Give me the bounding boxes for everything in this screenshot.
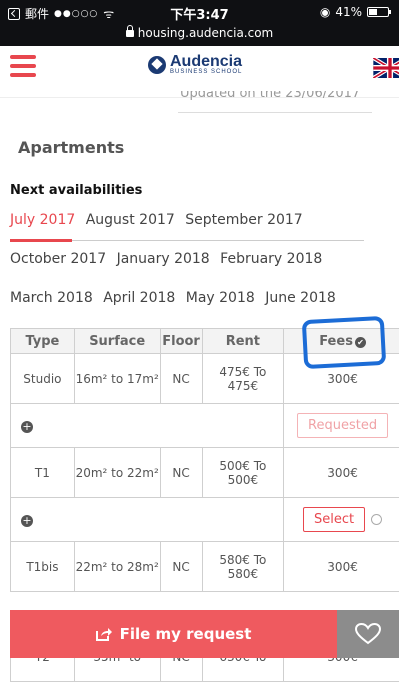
month-tabs-row-3: March 2018 April 2018 May 2018 June 2018 (10, 290, 342, 306)
cell-surface: 16m² to 17m² (73, 353, 161, 404)
status-right: ◉ 41% (319, 5, 391, 19)
updated-date-text: Updated on the 23/06/2017 (180, 91, 361, 101)
logo-name: Audencia (170, 53, 243, 70)
cell-rent: 500€ To 500€ (201, 447, 285, 498)
tab-september-2017[interactable]: September 2017 (185, 212, 302, 228)
table-row: Studio 16m² to 17m² NC 475€ To 475€ 300€ (10, 353, 399, 404)
header-fees: Fees ✔ (283, 328, 399, 354)
status-bar: 郵件 ●●○○○ ᯤ 下午3:47 ◉ 41% housing.audencia… (0, 0, 399, 46)
expand-plus-icon[interactable]: + (21, 420, 33, 433)
fees-info-icon[interactable]: ✔ (354, 336, 366, 348)
cell-type: Studio (10, 353, 75, 404)
heart-icon (355, 623, 381, 645)
cell-fees: 300€ (283, 447, 399, 498)
next-availabilities-title: Next availabilities (10, 183, 143, 198)
table-row: T1 20m² to 22m² NC 500€ To 500€ 300€ (10, 447, 399, 498)
table-row: T1bis 22m² to 28m² NC 580€ To 580€ 300€ (10, 541, 399, 592)
action-cell: Select (283, 497, 399, 542)
cell-rent: 475€ To 475€ (201, 353, 285, 404)
table-action-row: + Select (9, 497, 399, 542)
tab-may-2018[interactable]: May 2018 (186, 290, 255, 306)
tab-january-2018[interactable]: January 2018 (117, 251, 210, 267)
header-surface: Surface (73, 328, 161, 354)
tab-october-2017[interactable]: October 2017 (10, 251, 106, 267)
cell-floor: NC (159, 447, 203, 498)
month-tabs-row-1: July 2017 August 2017 September 2017 (10, 212, 309, 228)
cell-surface: 20m² to 22m² (73, 447, 161, 498)
logo-mark-icon (148, 56, 166, 74)
favorite-button[interactable] (337, 610, 399, 658)
month-tabs-row-2: October 2017 January 2018 February 2018 (10, 251, 328, 267)
action-cell: Requested (283, 403, 399, 448)
select-radio[interactable] (371, 514, 383, 525)
table-action-row: + Requested (9, 403, 399, 448)
header-type: Type (10, 328, 75, 354)
lock-icon (125, 25, 134, 37)
select-button[interactable]: Select (303, 507, 366, 532)
tab-june-2018[interactable]: June 2018 (265, 290, 336, 306)
tab-august-2017[interactable]: August 2017 (86, 212, 175, 228)
expand-cell: + (9, 403, 285, 448)
tab-march-2018[interactable]: March 2018 (10, 290, 93, 306)
rotation-lock-icon: ◉ (319, 5, 331, 19)
cell-fees: 300€ (283, 541, 399, 592)
menu-icon[interactable] (10, 55, 36, 77)
share-icon (95, 628, 112, 641)
active-tab-underline (10, 239, 72, 242)
file-request-button[interactable]: File my request (10, 610, 337, 658)
header-rent: Rent (201, 328, 285, 354)
expand-cell: + (9, 497, 285, 542)
file-request-label: File my request (119, 625, 252, 643)
cell-surface: 22m² to 28m² (73, 541, 161, 592)
cell-type: T1bis (10, 541, 75, 592)
header-fees-label: Fees (319, 333, 353, 349)
cell-floor: NC (159, 353, 203, 404)
expand-plus-icon[interactable]: + (21, 514, 33, 527)
tab-july-2017[interactable]: July 2017 (10, 212, 75, 228)
audencia-logo[interactable]: Audencia BUSINESS SCHOOL (148, 53, 243, 75)
cell-floor: NC (159, 541, 203, 592)
logo-subtitle: BUSINESS SCHOOL (170, 69, 243, 75)
uk-flag-icon[interactable] (373, 58, 399, 78)
tab-april-2018[interactable]: April 2018 (103, 290, 175, 306)
url-bar[interactable]: housing.audencia.com (0, 25, 399, 40)
section-title: Apartments (18, 138, 125, 157)
battery-icon (367, 7, 391, 17)
battery-percent: 41% (335, 5, 362, 19)
cell-rent: 580€ To 580€ (201, 541, 285, 592)
divider (178, 112, 372, 113)
cell-fees: 300€ (283, 353, 399, 404)
cell-type: T1 (10, 447, 75, 498)
table-header-row: Type Surface Floor Rent Fees ✔ (10, 328, 399, 354)
header-floor: Floor (159, 328, 203, 354)
url-text: housing.audencia.com (137, 26, 274, 40)
tab-february-2018[interactable]: February 2018 (220, 251, 322, 267)
requested-button[interactable]: Requested (297, 413, 389, 438)
